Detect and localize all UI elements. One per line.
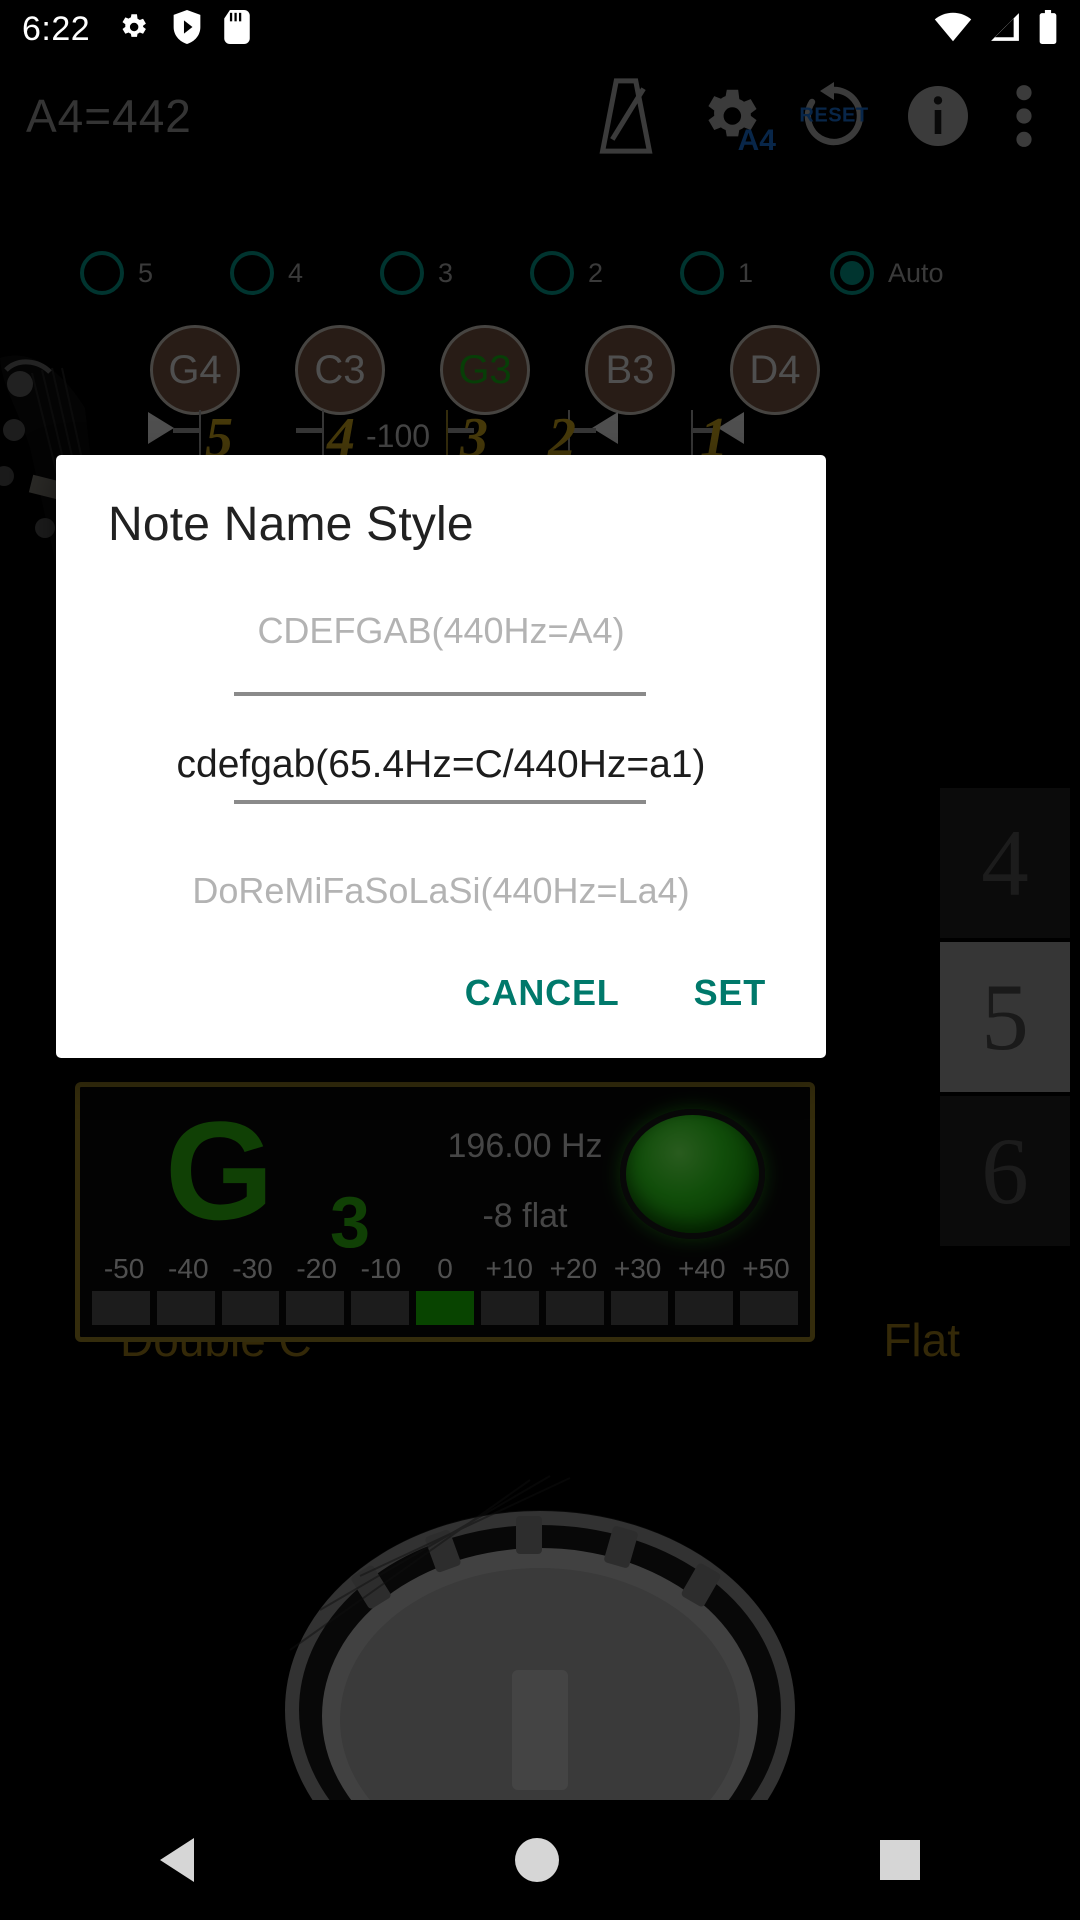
phone-screen: 6:22 Note Name Style CDEFGAB(440Hz=A4) c… <box>0 0 1080 1920</box>
picker-option-selected[interactable]: cdefgab(65.4Hz=C/440Hz=a1) <box>56 745 826 784</box>
set-button[interactable]: SET <box>668 954 792 1032</box>
cellular-signal-icon <box>988 12 1022 47</box>
home-icon[interactable] <box>514 1838 559 1882</box>
wifi-icon <box>934 12 972 47</box>
dialog-action-row: CANCEL SET <box>439 954 792 1032</box>
cancel-button[interactable]: CANCEL <box>439 954 646 1032</box>
battery-icon <box>1038 9 1058 49</box>
settings-gear-icon <box>116 10 150 49</box>
picker-option-previous[interactable]: CDEFGAB(440Hz=A4) <box>56 613 826 649</box>
back-icon[interactable] <box>160 1838 195 1882</box>
shield-play-icon <box>172 9 202 49</box>
note-name-style-dialog: Note Name Style CDEFGAB(440Hz=A4) cdefga… <box>56 455 826 1058</box>
picker-option-next[interactable]: DoReMiFaSoLaSi(440Hz=La4) <box>56 873 826 909</box>
picker-divider-bottom <box>234 800 646 804</box>
recents-icon[interactable] <box>879 1840 920 1880</box>
picker-divider-top <box>234 692 646 696</box>
status-bar: 6:22 <box>0 0 1080 58</box>
status-bar-system-icons <box>934 9 1058 49</box>
dialog-title: Note Name Style <box>108 498 474 551</box>
status-bar-clock: 6:22 <box>22 10 91 48</box>
sd-card-icon <box>224 9 250 49</box>
status-bar-notification-icons <box>116 9 250 49</box>
note-name-style-picker[interactable]: CDEFGAB(440Hz=A4) cdefgab(65.4Hz=C/440Hz… <box>56 585 826 915</box>
android-navigation-bar <box>0 1800 1080 1920</box>
